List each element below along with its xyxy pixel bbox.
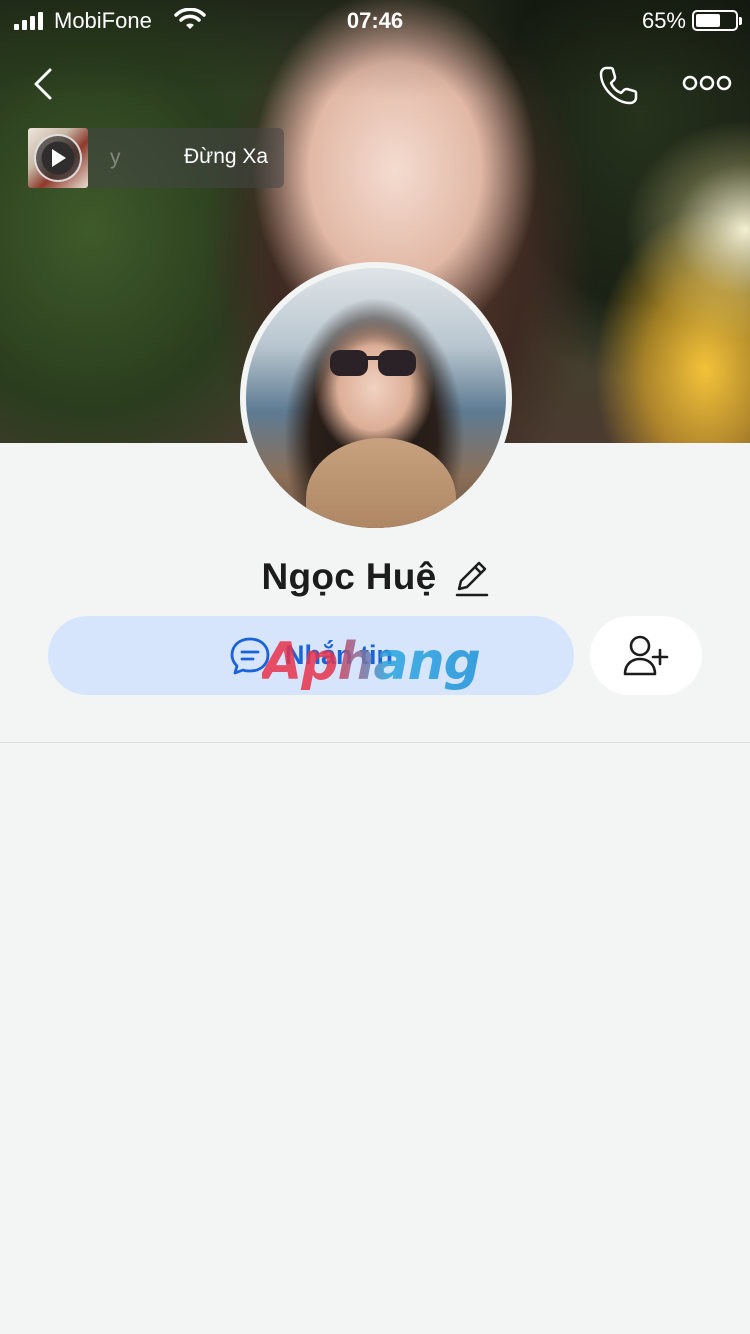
music-album-cover (28, 128, 88, 188)
pencil-icon[interactable] (453, 557, 489, 597)
avatar-photo-detail (330, 350, 416, 376)
profile-name-row: Ngọc Huệ (0, 552, 750, 602)
profile-name: Ngọc Huệ (261, 556, 437, 597)
clock: 07:46 (346, 8, 404, 33)
music-title: Đừng Xa (184, 145, 269, 168)
music-subtitle: y (110, 146, 121, 169)
play-button[interactable] (34, 134, 82, 182)
call-button[interactable] (596, 64, 642, 108)
add-friend-button[interactable] (590, 616, 702, 695)
battery-icon (692, 10, 742, 31)
message-button[interactable]: Nhắn tin (48, 616, 574, 695)
back-chevron-icon (34, 68, 52, 100)
chat-bubble-icon (230, 637, 270, 674)
more-dots-icon (682, 75, 732, 91)
music-player-chip[interactable]: y Đừng Xa (28, 128, 284, 188)
add-user-icon (623, 635, 669, 675)
back-button[interactable] (28, 64, 64, 104)
message-button-label: Nhắn tin (285, 640, 393, 670)
phone-icon (599, 66, 638, 105)
status-bar: MobiFone 07:46 65% (0, 0, 750, 42)
divider (0, 742, 750, 743)
play-icon (52, 149, 66, 167)
more-button[interactable] (682, 70, 732, 96)
avatar[interactable] (240, 262, 512, 534)
battery-percent: 65% (641, 8, 686, 33)
